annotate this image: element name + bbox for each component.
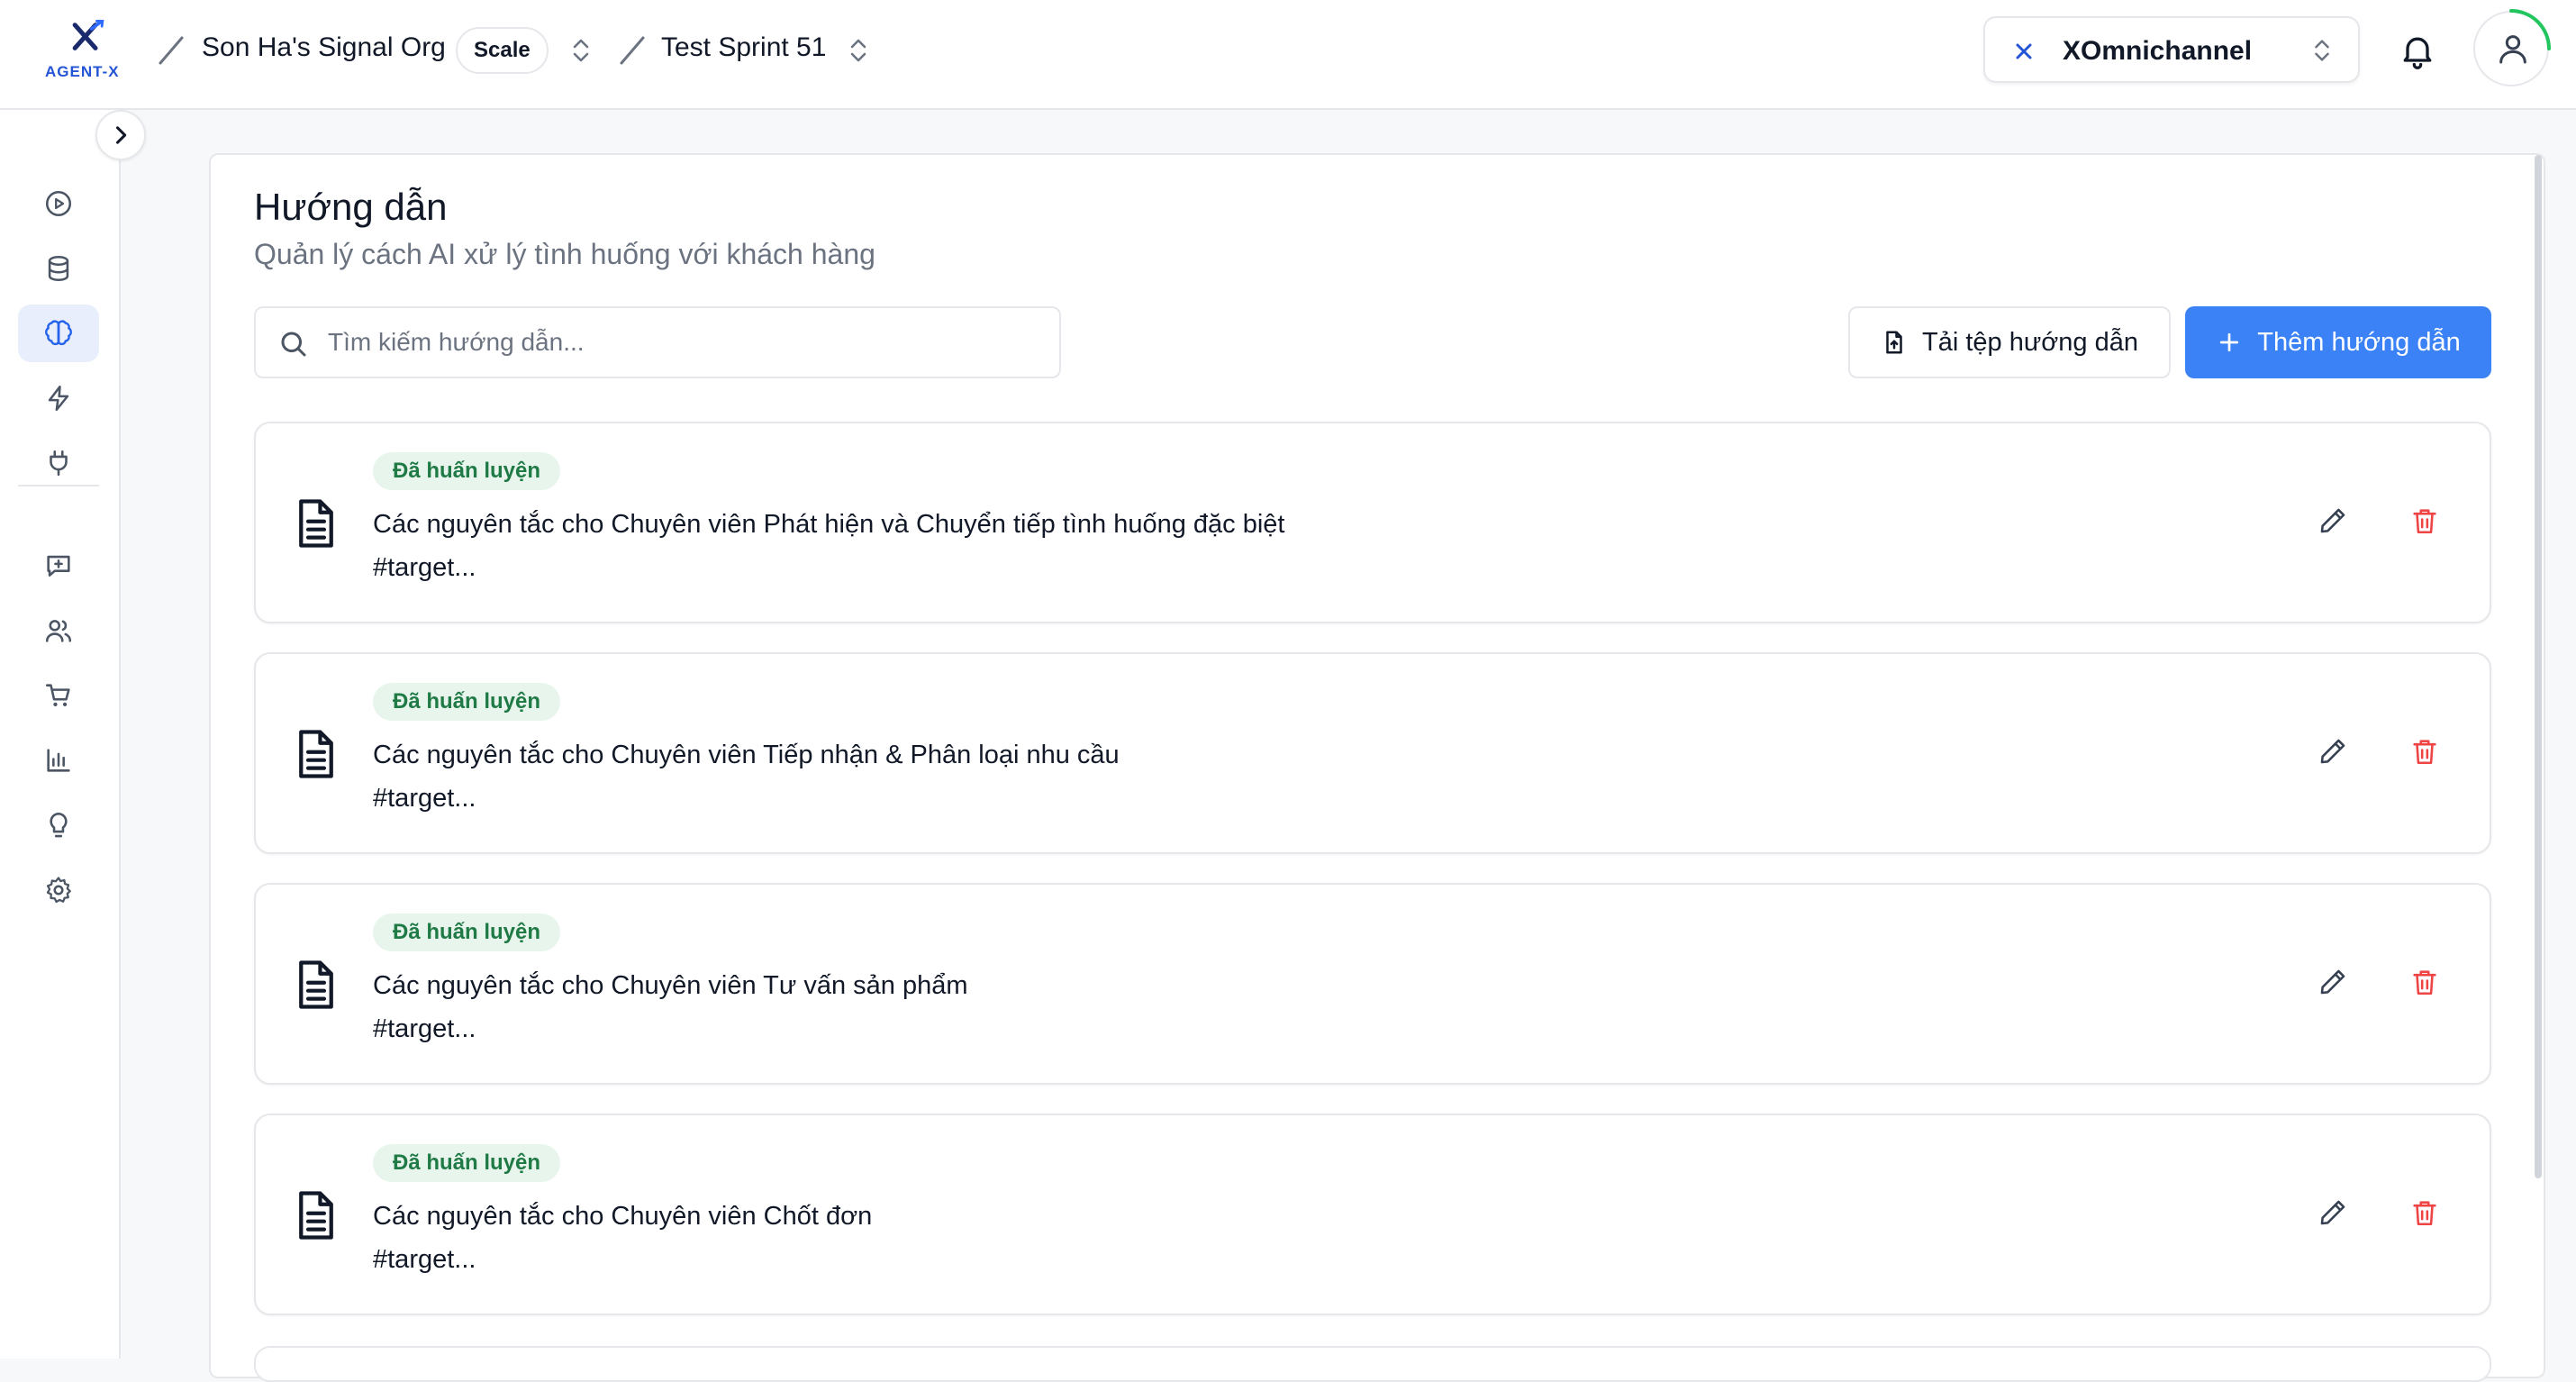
delete-button[interactable] xyxy=(2405,962,2444,1002)
guideline-title: Các nguyên tắc cho Chuyên viên Tư vấn sả… xyxy=(373,971,968,1000)
status-badge: Đã huấn luyện xyxy=(373,914,561,951)
document-icon xyxy=(299,499,333,548)
bar-chart-icon xyxy=(47,749,70,772)
trash-icon xyxy=(2413,1201,2436,1226)
breadcrumb-separator-icon xyxy=(159,36,184,65)
play-circle-icon xyxy=(45,190,72,217)
sidebar-item-play[interactable] xyxy=(18,175,99,232)
top-bar: AGENT-X Son Ha's Signal Org Scale Test S… xyxy=(0,0,2576,110)
database-icon xyxy=(48,255,69,282)
brain-icon xyxy=(45,320,72,346)
sidebar-item-conversations[interactable] xyxy=(18,537,99,595)
guideline-title: Các nguyên tắc cho Chuyên viên Phát hiện… xyxy=(373,510,1285,539)
sidebar-item-brain[interactable] xyxy=(18,305,99,362)
guideline-card[interactable]: Đã huấn luyện Các nguyên tắc cho Chuyên … xyxy=(254,652,2491,854)
workspace-selector[interactable]: XOmnichannel xyxy=(1983,16,2360,83)
search-box xyxy=(254,306,1061,378)
plug-icon xyxy=(50,450,68,477)
sidebar-item-automation[interactable] xyxy=(18,369,99,427)
user-icon xyxy=(2499,35,2526,64)
guideline-title: Các nguyên tắc cho Chuyên viên Tiếp nhận… xyxy=(373,741,1120,769)
project-name[interactable]: Test Sprint 51 xyxy=(661,32,826,63)
trash-icon xyxy=(2413,740,2436,765)
add-guideline-button[interactable]: Thêm hướng dẫn xyxy=(2185,306,2491,378)
document-icon xyxy=(299,730,333,778)
sidebar-item-analytics[interactable] xyxy=(18,732,99,789)
edit-button[interactable] xyxy=(2313,962,2353,1002)
document-icon xyxy=(299,1191,333,1240)
plus-icon xyxy=(2220,332,2239,352)
sidebar-item-orders[interactable] xyxy=(18,667,99,724)
edit-button[interactable] xyxy=(2313,501,2353,541)
guideline-card[interactable]: Đã huấn luyện Các nguyên tắc cho Chuyên … xyxy=(254,1114,2491,1315)
message-plus-icon xyxy=(47,555,70,577)
lightning-icon xyxy=(48,385,69,412)
upload-guideline-button[interactable]: Tải tệp hướng dẫn xyxy=(1848,306,2171,378)
page-subtitle: Quản lý cách AI xử lý tình huống với khá… xyxy=(254,238,875,270)
breadcrumb-separator-icon xyxy=(620,36,645,65)
guideline-description: #target... xyxy=(373,1245,476,1274)
guideline-description: #target... xyxy=(373,784,476,813)
search-input[interactable] xyxy=(328,308,1030,377)
sidebar-item-settings[interactable] xyxy=(18,861,99,919)
sidebar-item-customers[interactable] xyxy=(18,602,99,659)
edit-button[interactable] xyxy=(2313,732,2353,771)
guideline-card[interactable]: Đã huấn luyện Các nguyên tắc cho Chuyên … xyxy=(254,422,2491,623)
search-icon xyxy=(281,332,306,357)
pencil-icon xyxy=(2320,508,2345,533)
status-badge: Đã huấn luyện xyxy=(373,452,561,490)
workspace-name: XOmnichannel xyxy=(2063,36,2253,66)
chevron-right-icon xyxy=(115,126,127,144)
plan-badge: Scale xyxy=(456,27,549,74)
delete-button[interactable] xyxy=(2405,501,2444,541)
add-guideline-label: Thêm hướng dẫn xyxy=(2257,327,2461,357)
sidebar-item-insights[interactable] xyxy=(18,796,99,854)
guideline-description: #target... xyxy=(373,553,476,582)
bell-icon[interactable] xyxy=(2398,31,2437,70)
pencil-icon xyxy=(2320,1200,2345,1225)
pencil-icon xyxy=(2320,969,2345,995)
scrollbar[interactable] xyxy=(2535,155,2542,1178)
trash-icon xyxy=(2413,509,2436,534)
gear-icon xyxy=(46,877,71,904)
chevron-up-down-icon xyxy=(2315,40,2329,61)
status-badge: Đã huấn luyện xyxy=(373,683,561,721)
guideline-card[interactable]: Đã huấn luyện Các nguyên tắc cho Chuyên … xyxy=(254,883,2491,1085)
users-icon xyxy=(45,620,72,642)
lightbulb-icon xyxy=(50,812,68,838)
pencil-icon xyxy=(2320,739,2345,764)
guideline-card-partial[interactable] xyxy=(254,1346,2491,1382)
delete-button[interactable] xyxy=(2405,732,2444,771)
sidebar-item-database[interactable] xyxy=(18,240,99,297)
trash-icon xyxy=(2413,970,2436,996)
guideline-description: #target... xyxy=(373,1014,476,1043)
upload-guideline-label: Tải tệp hướng dẫn xyxy=(1922,327,2138,357)
cart-icon xyxy=(45,684,70,707)
sidebar-expand-button[interactable] xyxy=(95,110,146,160)
document-icon xyxy=(299,960,333,1009)
sidebar-item-integrations[interactable] xyxy=(18,434,99,492)
org-switch-chevron-icon[interactable] xyxy=(566,34,596,67)
workspace-x-icon xyxy=(2016,43,2032,59)
page-title: Hướng dẫn xyxy=(254,186,448,228)
logo-text: AGENT-X xyxy=(45,63,120,80)
org-name[interactable]: Son Ha's Signal Org xyxy=(202,32,446,63)
logo-x-icon xyxy=(72,19,104,50)
sidebar xyxy=(0,110,121,1359)
sidebar-divider xyxy=(18,485,99,486)
file-upload-icon xyxy=(1886,331,1902,354)
delete-button[interactable] xyxy=(2405,1193,2444,1232)
avatar[interactable] xyxy=(2473,9,2551,86)
guideline-title: Các nguyên tắc cho Chuyên viên Chốt đơn xyxy=(373,1202,873,1231)
status-badge: Đã huấn luyện xyxy=(373,1144,561,1182)
edit-button[interactable] xyxy=(2313,1193,2353,1232)
project-switch-chevron-icon[interactable] xyxy=(843,34,874,67)
